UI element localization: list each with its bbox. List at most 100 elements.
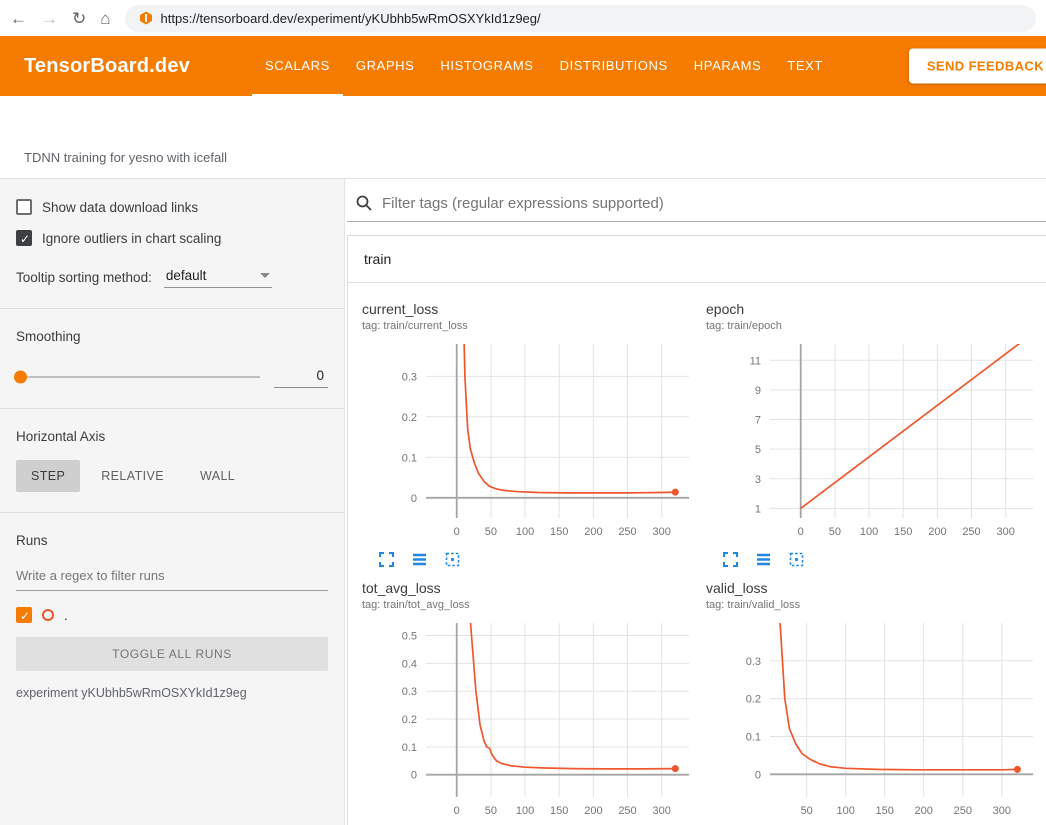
svg-text:0.1: 0.1 [402, 742, 417, 754]
chart-title: tot_avg_loss [362, 580, 706, 596]
svg-text:100: 100 [516, 526, 534, 538]
svg-text:100: 100 [860, 526, 878, 538]
svg-text:150: 150 [550, 526, 568, 538]
svg-text:0.2: 0.2 [402, 714, 417, 726]
expand-chart-icon[interactable] [722, 551, 739, 568]
tab-graphs[interactable]: GRAPHS [343, 36, 428, 96]
ignore-outliers-label: Ignore outliers in chart scaling [42, 231, 221, 246]
svg-text:9: 9 [755, 385, 761, 397]
tab-text[interactable]: TEXT [774, 36, 836, 96]
svg-text:0.4: 0.4 [402, 658, 417, 670]
svg-text:0: 0 [454, 526, 460, 538]
experiment-bar: TDNN training for yesno with icefall [0, 96, 1046, 178]
svg-text:11: 11 [750, 355, 761, 367]
tooltip-sorting-value: default [166, 268, 207, 283]
smoothing-slider-row: 0 [16, 366, 328, 388]
smoothing-slider[interactable] [16, 376, 260, 378]
tag-filter-row [347, 179, 1046, 222]
svg-text:0: 0 [798, 526, 804, 538]
svg-text:0: 0 [755, 769, 761, 781]
show-download-links-row[interactable]: Show data download links [16, 199, 328, 215]
line-chart[interactable]: 00.10.20.3050100150200250300 [362, 338, 706, 549]
svg-text:0.3: 0.3 [746, 656, 761, 668]
axis-wall-button[interactable]: WALL [185, 460, 250, 492]
url-text: https://tensorboard.dev/experiment/yKUbh… [161, 11, 541, 26]
chart-title: epoch [706, 301, 1046, 317]
chart-tag: tag: train/epoch [706, 320, 1046, 332]
svg-text:0: 0 [411, 493, 417, 505]
svg-text:0.2: 0.2 [402, 412, 417, 424]
line-chart[interactable]: 1357911050100150200250300 [706, 338, 1046, 549]
svg-text:5: 5 [755, 444, 761, 456]
axis-step-button[interactable]: STEP [16, 460, 80, 492]
expand-chart-icon[interactable] [378, 551, 395, 568]
chart-toolbar [378, 551, 706, 568]
tooltip-sorting-select[interactable]: default [164, 266, 272, 288]
search-icon [355, 194, 373, 212]
ignore-outliers-row[interactable]: Ignore outliers in chart scaling [16, 230, 328, 246]
svg-text:0: 0 [411, 770, 417, 782]
runs-label: Runs [16, 533, 328, 548]
svg-text:0.1: 0.1 [402, 452, 417, 464]
tab-hparams[interactable]: HPARAMS [681, 36, 775, 96]
section-header-train[interactable]: train [348, 236, 1046, 283]
svg-text:150: 150 [550, 805, 568, 817]
chart-tag: tag: train/tot_avg_loss [362, 599, 706, 611]
content: Show data download links Ignore outliers… [0, 178, 1046, 825]
svg-text:200: 200 [584, 526, 602, 538]
tab-distributions[interactable]: DISTRIBUTIONS [547, 36, 681, 96]
svg-text:300: 300 [993, 805, 1011, 817]
chevron-down-icon [260, 273, 270, 278]
axis-relative-button[interactable]: RELATIVE [86, 460, 179, 492]
chart-tot-avg-loss: tot_avg_loss tag: train/tot_avg_loss 0 0.… [362, 580, 706, 825]
chart-tag: tag: train/current_loss [362, 320, 706, 332]
svg-text:250: 250 [962, 526, 980, 538]
horizontal-axis-label: Horizontal Axis [16, 429, 328, 444]
tag-filter-input[interactable] [382, 195, 1046, 212]
svg-text:300: 300 [997, 526, 1015, 538]
svg-text:200: 200 [928, 526, 946, 538]
run-list-item[interactable]: . [16, 607, 328, 623]
back-icon[interactable]: ← [10, 10, 27, 27]
svg-text:300: 300 [653, 526, 671, 538]
svg-text:300: 300 [653, 805, 671, 817]
show-download-links-checkbox[interactable] [16, 199, 32, 215]
toggle-all-runs-button[interactable]: TOGGLE ALL RUNS [16, 637, 328, 671]
tab-histograms[interactable]: HISTOGRAMS [427, 36, 546, 96]
fit-domain-icon[interactable] [444, 551, 461, 568]
nav-tabs: SCALARS GRAPHS HISTOGRAMS DISTRIBUTIONS … [252, 36, 836, 96]
smoothing-value-input[interactable]: 0 [274, 366, 328, 388]
address-bar[interactable]: https://tensorboard.dev/experiment/yKUbh… [125, 5, 1036, 32]
view-data-table-icon[interactable] [411, 551, 428, 568]
fit-domain-icon[interactable] [788, 551, 805, 568]
line-chart[interactable]: 00.10.20.30.40.5050100150200250300 [362, 617, 706, 825]
app-header: TensorBoard.dev SCALARS GRAPHS HISTOGRAM… [0, 36, 1046, 96]
svg-text:1: 1 [755, 503, 761, 515]
tooltip-sorting-label: Tooltip sorting method: [16, 270, 152, 285]
svg-text:50: 50 [801, 805, 813, 817]
home-icon[interactable]: ⌂ [100, 10, 110, 27]
svg-text:250: 250 [618, 526, 636, 538]
line-chart[interactable]: 00.10.20.350100150200250300 [706, 617, 1046, 825]
svg-text:3: 3 [755, 474, 761, 486]
svg-text:0.3: 0.3 [402, 371, 417, 383]
tab-scalars[interactable]: SCALARS [252, 36, 343, 96]
smoothing-section: Smoothing 0 [0, 309, 344, 409]
smoothing-slider-thumb[interactable] [14, 371, 27, 384]
run-checkbox[interactable] [16, 607, 32, 623]
tooltip-sorting-row: Tooltip sorting method: default [16, 266, 328, 288]
view-data-table-icon[interactable] [755, 551, 772, 568]
forward-icon[interactable]: → [41, 10, 58, 27]
svg-text:0.2: 0.2 [746, 694, 761, 706]
ignore-outliers-checkbox[interactable] [16, 230, 32, 246]
settings-sidebar: Show data download links Ignore outliers… [0, 179, 345, 825]
svg-text:100: 100 [516, 805, 534, 817]
svg-text:0: 0 [454, 805, 460, 817]
svg-text:150: 150 [876, 805, 894, 817]
smoothing-label: Smoothing [16, 329, 328, 344]
show-download-links-label: Show data download links [42, 200, 198, 215]
refresh-icon[interactable]: ↻ [72, 10, 86, 27]
send-feedback-button[interactable]: SEND FEEDBACK [909, 49, 1046, 84]
runs-filter-input[interactable] [16, 560, 328, 591]
chart-toolbar [722, 551, 1046, 568]
